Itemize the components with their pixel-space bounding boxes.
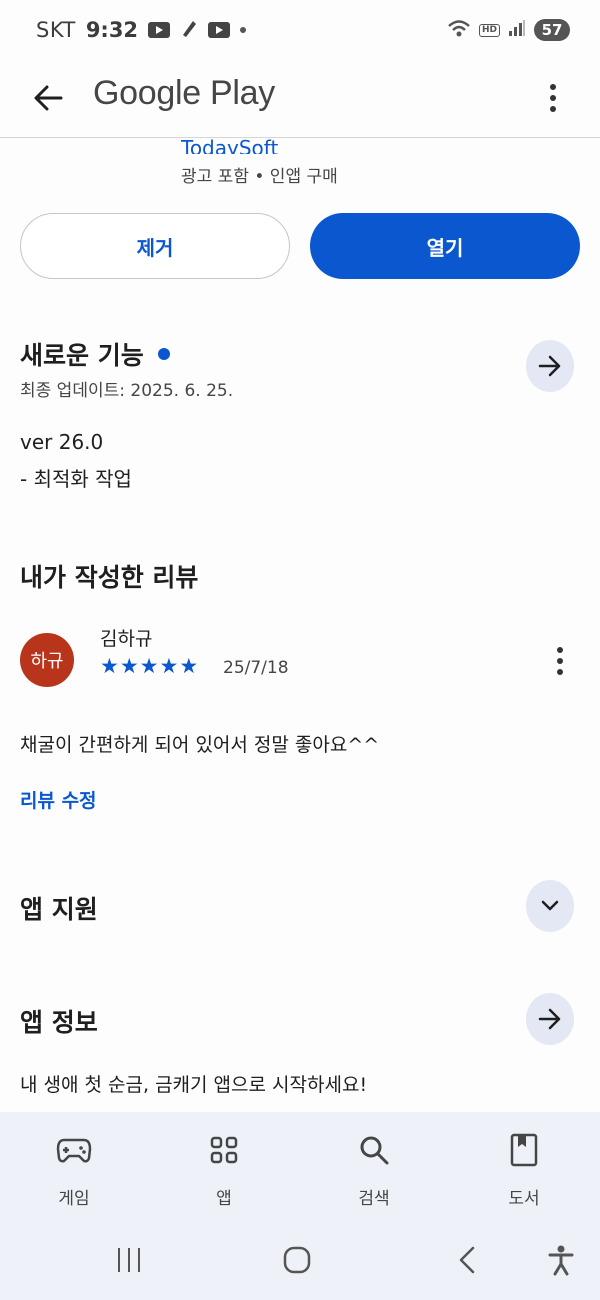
whats-new-arrow-button[interactable] [526, 340, 574, 392]
nav-label-apps: 앱 [216, 1189, 232, 1209]
nav-label-books: 도서 [508, 1189, 540, 1209]
star-icon: ★ [159, 654, 179, 678]
arrow-forward-icon [538, 1008, 561, 1030]
status-left: SKT 9:32 [36, 18, 247, 43]
back-button[interactable] [28, 78, 68, 118]
app-info-title[interactable]: 앱 정보 [20, 1003, 98, 1039]
star-icon: ★ [100, 654, 119, 678]
star-rating: ★ ★ ★ ★ ★ [100, 655, 198, 677]
nav-item-books[interactable]: 도서 [464, 1112, 584, 1220]
wifi-icon [447, 18, 471, 43]
star-icon: ★ [119, 654, 139, 678]
gamepad-icon [56, 1132, 92, 1168]
carrier-label: SKT [36, 18, 76, 42]
reviewer-name: 김하규 [100, 628, 153, 650]
nav-label-games: 게임 [58, 1189, 90, 1209]
home-button[interactable] [278, 1240, 316, 1280]
review-date: 25/7/18 [223, 658, 289, 678]
more-options-button[interactable] [538, 78, 568, 118]
youtube-notification-icon [148, 22, 171, 38]
more-vert-icon [557, 647, 563, 653]
book-icon [510, 1132, 538, 1168]
search-icon [358, 1132, 390, 1168]
app-info-description: 내 생애 첫 순금, 금캐기 앱으로 시작하세요! [20, 1074, 368, 1096]
new-indicator-dot [157, 348, 170, 360]
nav-item-search[interactable]: 검색 [314, 1112, 434, 1220]
system-back-button[interactable] [452, 1240, 482, 1280]
release-notes: - 최적화 작업 [20, 467, 132, 491]
youtube-notification-icon [208, 22, 231, 38]
avatar: 하규 [20, 633, 74, 687]
open-button[interactable]: 열기 [310, 213, 580, 279]
app-bar: Google Play [0, 60, 600, 138]
more-vert-icon [550, 84, 556, 90]
battery-indicator: 57 [534, 19, 570, 41]
arrow-back-icon [34, 85, 63, 111]
chevron-down-icon [541, 900, 559, 911]
apps-grid-icon [210, 1132, 238, 1168]
version-text: ver 26.0 [20, 430, 104, 454]
app-support-title[interactable]: 앱 지원 [20, 890, 98, 926]
star-icon: ★ [179, 654, 199, 678]
signal-icon [508, 18, 526, 42]
app-tags: 광고 포함 • 인앱 구매 [181, 167, 338, 187]
pen-notification-icon [180, 18, 198, 43]
review-more-button[interactable] [548, 645, 572, 677]
chevron-left-icon [459, 1246, 475, 1274]
accessibility-icon [548, 1245, 574, 1276]
app-support-expand-button[interactable] [526, 880, 574, 932]
accessibility-button[interactable] [544, 1240, 578, 1280]
nav-item-games[interactable]: 게임 [14, 1112, 134, 1220]
clock: 9:32 [85, 18, 139, 42]
app-info-arrow-button[interactable] [526, 993, 574, 1045]
nav-item-apps[interactable]: 앱 [164, 1112, 284, 1220]
whats-new-title-text: 새로운 기능 [20, 341, 144, 370]
recents-icon [118, 1248, 140, 1272]
last-updated: 최종 업데이트: 2025. 6. 25. [20, 381, 234, 401]
review-text: 채굴이 간편하게 되어 있어서 정말 좋아요^^ [20, 734, 380, 756]
my-review-title: 내가 작성한 리뷰 [20, 563, 199, 592]
system-navigation-bar [0, 1220, 600, 1300]
status-bar: SKT 9:32 HD 57 [0, 0, 600, 60]
hd-voice-badge: HD [478, 23, 500, 37]
star-icon: ★ [139, 654, 159, 678]
page-title: Google Play [93, 74, 275, 112]
edit-review-link[interactable]: 리뷰 수정 [20, 786, 97, 813]
home-icon [283, 1246, 311, 1274]
whats-new-title[interactable]: 새로운 기능 [20, 336, 170, 372]
developer-link[interactable]: TodaySoft [181, 128, 278, 154]
more-notifications-dot-icon [240, 27, 247, 33]
arrow-forward-icon [538, 355, 561, 377]
status-right: HD 57 [447, 18, 570, 43]
recent-apps-button[interactable] [112, 1240, 146, 1280]
nav-label-search: 검색 [358, 1189, 390, 1209]
uninstall-button[interactable]: 제거 [20, 213, 290, 279]
bottom-navigation: 게임 앱 검색 도서 [0, 1112, 600, 1220]
